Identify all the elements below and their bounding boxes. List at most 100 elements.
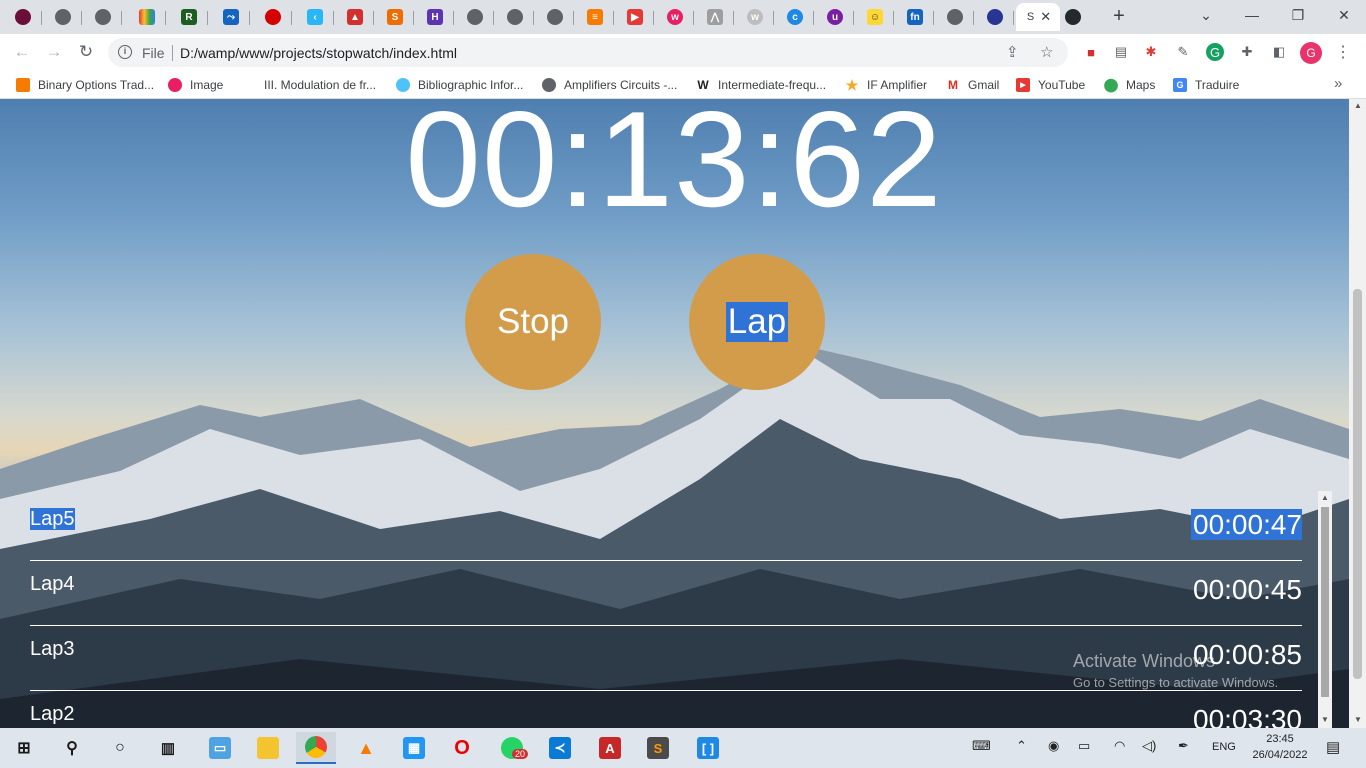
taskbar-app[interactable]: ▭ bbox=[200, 732, 240, 764]
bookmark-item[interactable]: G Traduire bbox=[1173, 76, 1239, 94]
tab[interactable]: ‹ bbox=[296, 3, 334, 31]
reload-icon[interactable]: ↻ bbox=[74, 40, 98, 64]
tab[interactable]: ☺ bbox=[856, 3, 894, 31]
tab[interactable] bbox=[536, 3, 574, 31]
scroll-up-icon[interactable]: ▲ bbox=[1321, 493, 1329, 502]
page-scroll-thumb[interactable] bbox=[1353, 289, 1362, 679]
tab[interactable]: H bbox=[416, 3, 454, 31]
taskbar-app[interactable]: ≺ bbox=[540, 732, 580, 764]
taskbar-clock[interactable]: 23:45 26/04/2022 bbox=[1244, 731, 1316, 763]
taskbar-app[interactable]: S bbox=[638, 732, 678, 764]
taskbar-app[interactable]: A bbox=[590, 732, 630, 764]
bookmark-item[interactable]: III. Modulation de fr... bbox=[242, 76, 376, 94]
tab[interactable] bbox=[456, 3, 494, 31]
cortana-button[interactable]: ○ bbox=[100, 732, 140, 764]
forward-icon[interactable]: → bbox=[42, 40, 66, 64]
tab[interactable] bbox=[936, 3, 974, 31]
task-view-button[interactable]: ▥ bbox=[148, 732, 188, 764]
bookmark-item[interactable]: Binary Options Trad... bbox=[16, 76, 154, 94]
color-wheel-icon[interactable]: ✱ bbox=[1142, 43, 1160, 61]
tab[interactable] bbox=[496, 3, 534, 31]
bookmark-item[interactable]: W Intermediate-frequ... bbox=[696, 76, 826, 94]
taskbar-app[interactable]: ▲ bbox=[346, 732, 386, 764]
camera-icon[interactable]: ◉ bbox=[1048, 738, 1059, 754]
address-url[interactable]: D:/wamp/www/projects/stopwatch/index.htm… bbox=[180, 45, 457, 61]
menu-kebab-icon[interactable]: ⋮ bbox=[1334, 43, 1352, 61]
wifi-icon[interactable]: ◠ bbox=[1114, 738, 1125, 754]
clock-time: 23:45 bbox=[1266, 733, 1294, 745]
bookmark-item[interactable]: Image bbox=[168, 76, 223, 94]
more-bookmarks-icon[interactable]: » bbox=[1334, 75, 1342, 92]
lap-button[interactable]: Lap bbox=[689, 254, 825, 390]
taskbar-app[interactable] bbox=[248, 732, 288, 764]
page-viewport: 00:13:62 Stop Lap Lap5 00:00:47 Lap4 00:… bbox=[0, 99, 1366, 728]
tab[interactable]: ▶ bbox=[616, 3, 654, 31]
tab[interactable]: w bbox=[736, 3, 774, 31]
lap-list-scrollbar[interactable]: ▲ ▼ bbox=[1318, 491, 1332, 728]
show-hidden-icons-icon[interactable]: ⌃ bbox=[1016, 738, 1027, 754]
tab[interactable]: w bbox=[656, 3, 694, 31]
tab[interactable]: ⋀ bbox=[696, 3, 734, 31]
bookmark-item[interactable]: Amplifiers Circuits -... bbox=[542, 76, 677, 94]
tab[interactable]: ▲ bbox=[336, 3, 374, 31]
bookmark-item[interactable]: M Gmail bbox=[946, 76, 999, 94]
tab[interactable] bbox=[1054, 3, 1092, 31]
taskbar-app[interactable]: [ ] bbox=[688, 732, 728, 764]
tab[interactable] bbox=[254, 3, 292, 31]
profile-avatar[interactable]: G bbox=[1300, 42, 1322, 64]
bookmark-item[interactable]: Bibliographic Infor... bbox=[396, 76, 523, 94]
info-icon[interactable]: i bbox=[118, 45, 132, 59]
eyedropper-icon[interactable]: ✎ bbox=[1174, 43, 1192, 61]
page-scroll-up-icon[interactable]: ▲ bbox=[1354, 101, 1362, 110]
back-icon[interactable]: ← bbox=[10, 40, 34, 64]
taskbar-app[interactable]: O bbox=[442, 732, 482, 764]
taskbar-app-chrome[interactable] bbox=[296, 732, 336, 764]
tab[interactable] bbox=[84, 3, 122, 31]
tab-search-icon[interactable]: ⌄ bbox=[1184, 4, 1228, 28]
tab[interactable] bbox=[128, 3, 166, 31]
tab[interactable]: R bbox=[170, 3, 208, 31]
close-tab-icon[interactable]: ✕ bbox=[1040, 9, 1051, 25]
extension-doc-icon[interactable]: ▤ bbox=[1112, 43, 1130, 61]
tab[interactable] bbox=[44, 3, 82, 31]
new-tab-icon[interactable]: + bbox=[1108, 6, 1130, 28]
scroll-down-icon[interactable]: ▼ bbox=[1321, 715, 1329, 724]
taskbar-app[interactable]: ▦ bbox=[394, 732, 434, 764]
restore-icon[interactable]: ❐ bbox=[1276, 4, 1320, 28]
lap-list-scroll-thumb[interactable] bbox=[1321, 507, 1329, 697]
side-panel-icon[interactable]: ◧ bbox=[1270, 43, 1288, 61]
tab[interactable] bbox=[976, 3, 1014, 31]
share-icon[interactable]: ⇪ bbox=[1006, 43, 1019, 61]
search-button[interactable]: ⚲ bbox=[52, 732, 92, 764]
bookmark-item[interactable]: ★ IF Amplifier bbox=[845, 76, 927, 94]
tab[interactable]: S bbox=[376, 3, 414, 31]
tab[interactable]: c bbox=[776, 3, 814, 31]
extensions-puzzle-icon[interactable]: ✚ bbox=[1238, 43, 1256, 61]
lap-name: Lap4 bbox=[30, 573, 75, 595]
tab[interactable]: u bbox=[816, 3, 854, 31]
address-bar[interactable]: i File D:/wamp/www/projects/stopwatch/in… bbox=[108, 38, 1068, 67]
tab[interactable]: fn bbox=[896, 3, 934, 31]
tab[interactable]: ≡ bbox=[576, 3, 614, 31]
pen-icon[interactable]: ✒ bbox=[1178, 738, 1189, 754]
notifications-icon[interactable]: ▤ bbox=[1326, 738, 1340, 756]
bookmark-item[interactable]: ⬤ Maps bbox=[1104, 76, 1156, 94]
language-indicator[interactable]: ENG bbox=[1212, 741, 1236, 753]
bookmark-star-icon[interactable]: ☆ bbox=[1040, 43, 1053, 61]
start-button[interactable]: ⊞ bbox=[4, 732, 44, 764]
tab[interactable]: ⤳ bbox=[212, 3, 250, 31]
taskbar-app-whatsapp[interactable]: 20 bbox=[492, 732, 532, 764]
w-icon: w bbox=[747, 9, 763, 25]
page-scroll-down-icon[interactable]: ▼ bbox=[1354, 715, 1362, 724]
tab[interactable] bbox=[4, 3, 42, 31]
bookmark-item[interactable]: ▶ YouTube bbox=[1016, 76, 1085, 94]
page-scrollbar[interactable]: ▲ ▼ bbox=[1349, 99, 1366, 728]
extension-red-icon[interactable]: ■ bbox=[1082, 43, 1100, 61]
keyboard-layout-icon[interactable]: ⌨ bbox=[972, 738, 991, 754]
volume-icon[interactable]: ◁) bbox=[1142, 738, 1156, 754]
grammarly-icon[interactable]: G bbox=[1206, 43, 1224, 61]
battery-icon[interactable]: ▭ bbox=[1078, 738, 1090, 754]
stop-button[interactable]: Stop bbox=[465, 254, 601, 390]
close-window-icon[interactable]: ✕ bbox=[1322, 4, 1366, 28]
minimize-icon[interactable]: — bbox=[1230, 4, 1274, 28]
